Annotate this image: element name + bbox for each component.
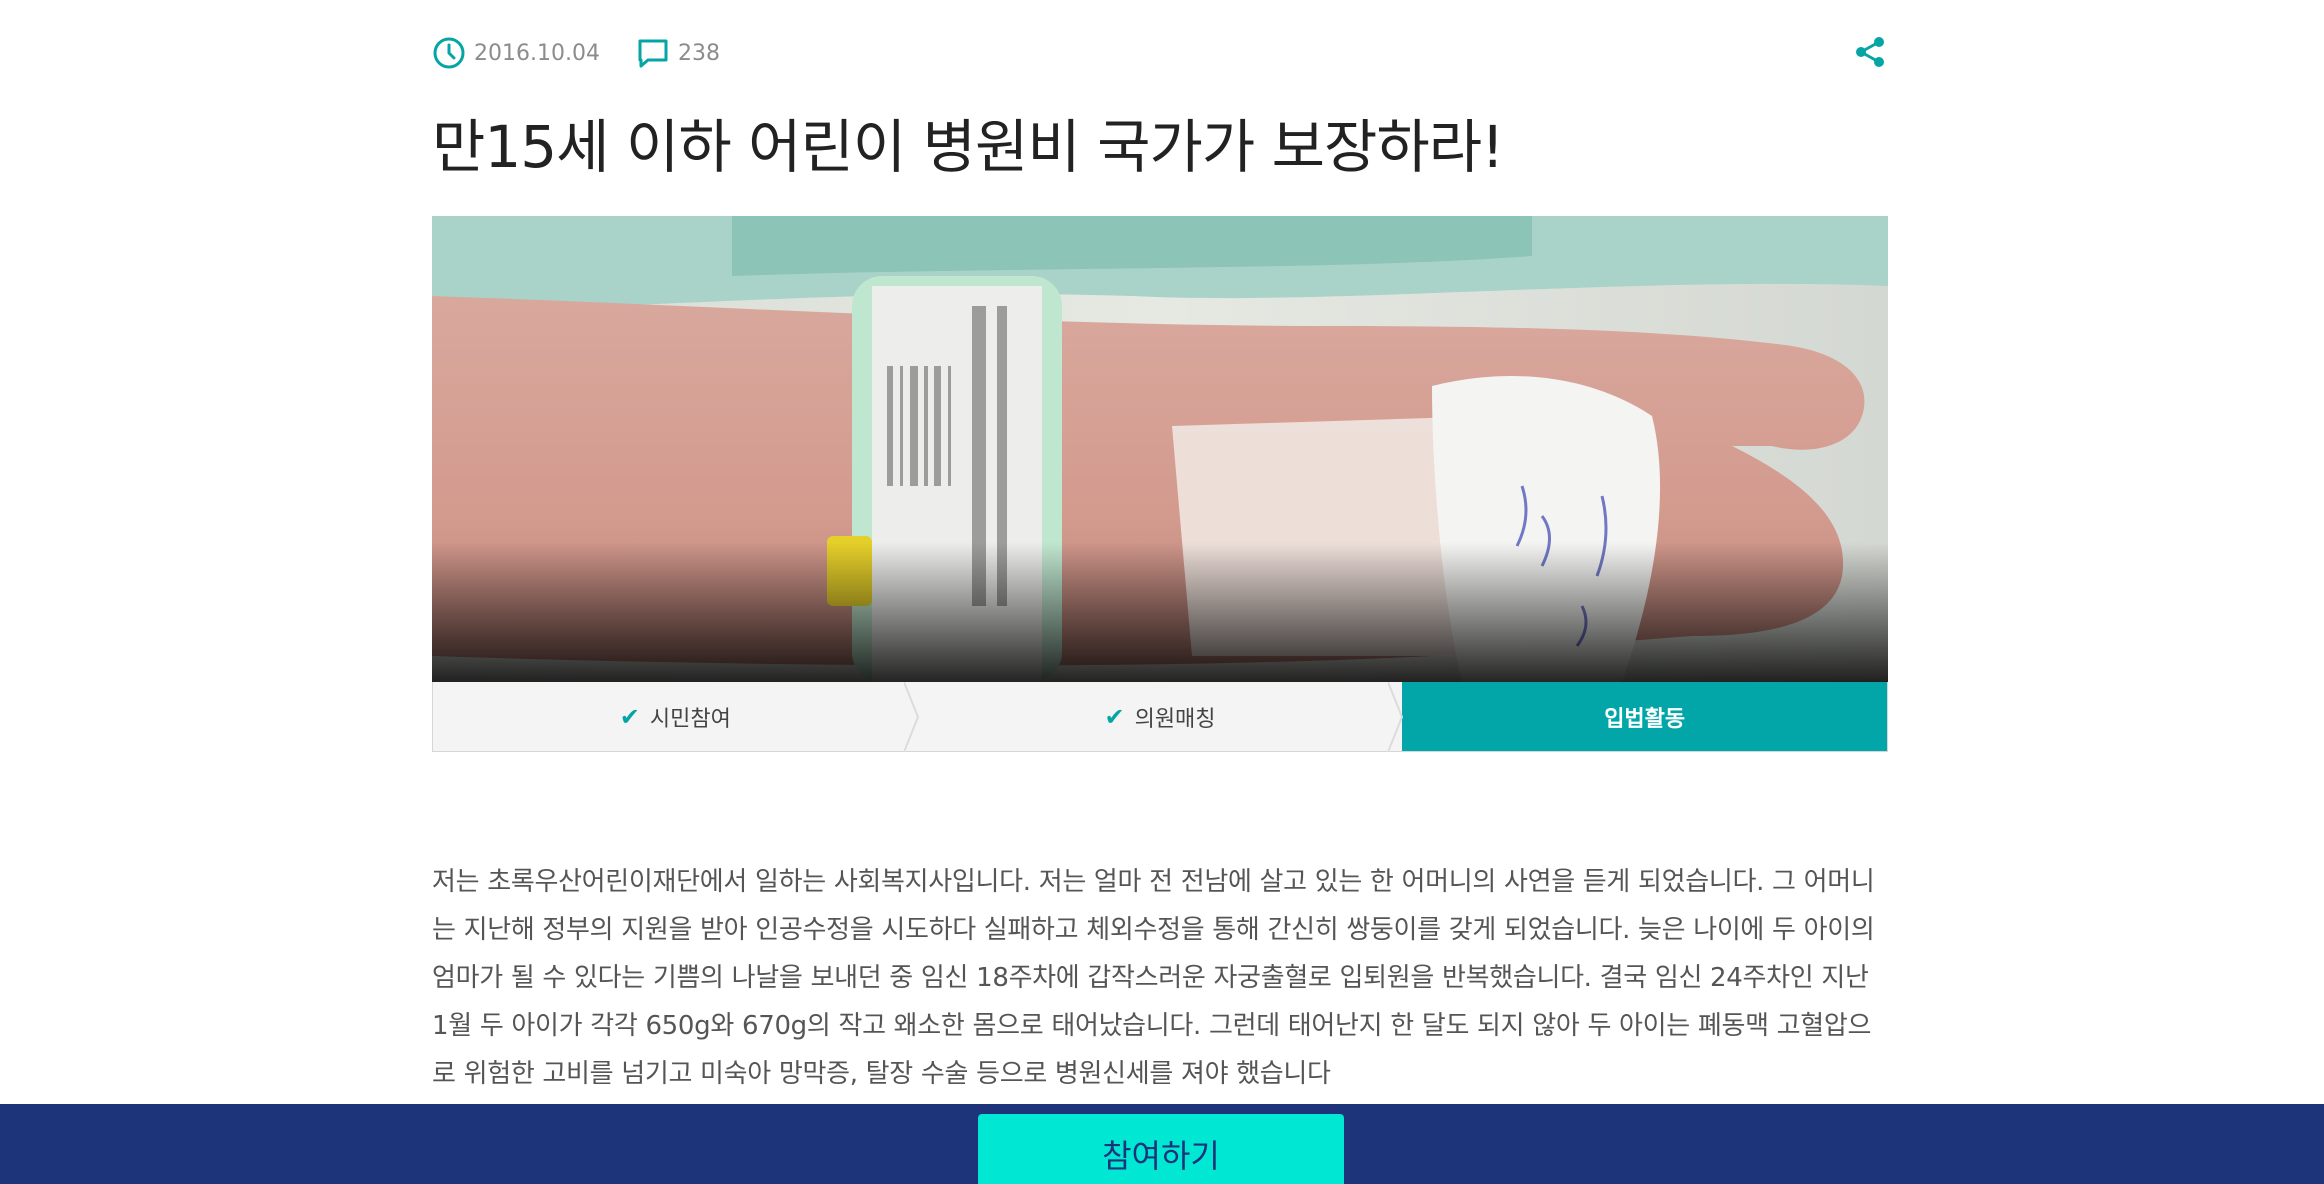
post-date: 2016.10.04 bbox=[432, 36, 600, 70]
chevron-separator bbox=[903, 682, 919, 752]
post-title: 만15세 이하 어린이 병원비 국가가 보장하라! bbox=[432, 113, 1504, 181]
step-label: 의원매칭 bbox=[1134, 706, 1216, 732]
progress-steps: ✔ 시민참여 ✔ 의원매칭 입법활동 bbox=[432, 682, 1888, 752]
step-citizen-participation: ✔ 시민참여 bbox=[433, 682, 919, 752]
post-date-text: 2016.10.04 bbox=[474, 40, 600, 66]
comment-count: 238 bbox=[677, 40, 720, 66]
step-label: 입법활동 bbox=[1604, 706, 1686, 732]
clock-icon bbox=[433, 37, 465, 69]
step-member-matching: ✔ 의원매칭 bbox=[917, 682, 1404, 752]
share-icon bbox=[1856, 37, 1884, 67]
step-label: 시민참여 bbox=[649, 706, 731, 732]
comment-icon bbox=[638, 39, 668, 68]
post-body: 저는 초록우산어린이재단에서 일하는 사회복지사입니다. 저는 얼마 전 전남에… bbox=[432, 867, 1875, 1089]
step-legislative-activity: 입법활동 bbox=[1402, 682, 1888, 751]
post-comments[interactable]: 238 bbox=[636, 36, 720, 70]
chevron-separator bbox=[1388, 682, 1404, 752]
post-meta: 2016.10.04 238 bbox=[432, 30, 720, 76]
check-icon: ✔ bbox=[619, 702, 640, 731]
share-button[interactable] bbox=[1852, 34, 1888, 70]
check-icon: ✔ bbox=[1104, 702, 1125, 731]
hospital-wristband-photo bbox=[432, 216, 1888, 682]
join-button[interactable]: 참여하기 bbox=[978, 1114, 1344, 1184]
hero-image bbox=[432, 216, 1888, 682]
